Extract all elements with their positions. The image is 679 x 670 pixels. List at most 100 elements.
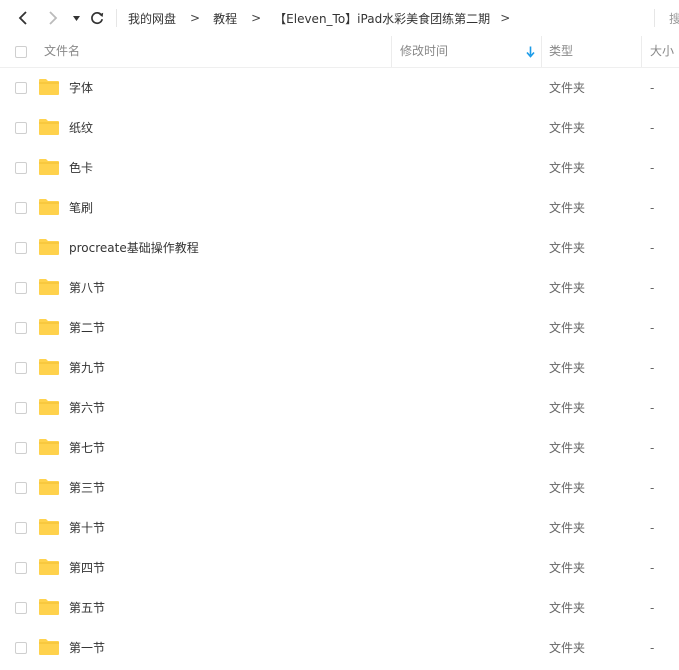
file-size: - bbox=[650, 481, 655, 495]
file-row[interactable]: 第六节 文件夹 - bbox=[0, 388, 679, 428]
row-checkbox[interactable] bbox=[15, 202, 27, 214]
file-name[interactable]: 第十节 bbox=[69, 508, 105, 548]
file-type: 文件夹 bbox=[549, 161, 586, 175]
file-type: 文件夹 bbox=[549, 401, 586, 415]
column-resize-handle[interactable] bbox=[391, 36, 392, 67]
file-name[interactable]: procreate基础操作教程 bbox=[69, 228, 199, 268]
row-checkbox[interactable] bbox=[15, 642, 27, 654]
row-checkbox[interactable] bbox=[15, 522, 27, 534]
file-name[interactable]: 第一节 bbox=[69, 628, 105, 668]
back-button[interactable] bbox=[14, 8, 32, 28]
row-checkbox[interactable] bbox=[15, 122, 27, 134]
file-row[interactable]: 第二节 文件夹 - bbox=[0, 308, 679, 348]
file-name[interactable]: 第四节 bbox=[69, 548, 105, 588]
folder-icon bbox=[39, 359, 59, 375]
breadcrumb-separator: > bbox=[251, 11, 262, 25]
file-name[interactable]: 笔刷 bbox=[69, 188, 93, 228]
file-row[interactable]: 第十节 文件夹 - bbox=[0, 508, 679, 548]
row-checkbox[interactable] bbox=[15, 242, 27, 254]
folder-icon bbox=[39, 199, 59, 215]
row-checkbox[interactable] bbox=[15, 82, 27, 94]
file-size: - bbox=[650, 161, 655, 175]
file-row[interactable]: 第三节 文件夹 - bbox=[0, 468, 679, 508]
file-row[interactable]: 纸纹 文件夹 - bbox=[0, 108, 679, 148]
file-row[interactable]: 笔刷 文件夹 - bbox=[0, 188, 679, 228]
folder-icon bbox=[39, 639, 59, 655]
history-dropdown-button[interactable] bbox=[70, 8, 82, 28]
column-header-type[interactable]: 类型 bbox=[549, 36, 573, 67]
file-size: - bbox=[650, 641, 655, 655]
caret-down-icon bbox=[72, 15, 80, 21]
file-name[interactable]: 第六节 bbox=[69, 388, 105, 428]
file-name[interactable]: 第五节 bbox=[69, 588, 105, 628]
column-header-name[interactable]: 文件名 bbox=[44, 36, 80, 67]
sort-descending-icon[interactable] bbox=[526, 46, 535, 58]
breadcrumb-item-tutorials[interactable]: 教程 bbox=[213, 10, 237, 27]
file-row[interactable]: 第四节 文件夹 - bbox=[0, 548, 679, 588]
folder-icon bbox=[39, 519, 59, 535]
folder-icon bbox=[39, 439, 59, 455]
file-type: 文件夹 bbox=[549, 441, 586, 455]
file-name[interactable]: 第二节 bbox=[69, 308, 105, 348]
file-row[interactable]: 字体 文件夹 - bbox=[0, 68, 679, 108]
folder-icon bbox=[39, 119, 59, 135]
file-row[interactable]: 第七节 文件夹 - bbox=[0, 428, 679, 468]
refresh-button[interactable] bbox=[88, 8, 106, 28]
file-type: 文件夹 bbox=[549, 201, 586, 215]
file-name[interactable]: 字体 bbox=[69, 68, 93, 108]
row-checkbox[interactable] bbox=[15, 602, 27, 614]
file-size: - bbox=[650, 241, 655, 255]
folder-icon bbox=[39, 559, 59, 575]
row-checkbox[interactable] bbox=[15, 322, 27, 334]
file-name[interactable]: 纸纹 bbox=[69, 108, 93, 148]
file-name[interactable]: 第三节 bbox=[69, 468, 105, 508]
row-checkbox[interactable] bbox=[15, 162, 27, 174]
folder-icon bbox=[39, 599, 59, 615]
row-checkbox[interactable] bbox=[15, 282, 27, 294]
column-header-size[interactable]: 大小 bbox=[650, 36, 674, 67]
file-size: - bbox=[650, 281, 655, 295]
breadcrumb-item-current-folder[interactable]: 【Eleven_To】iPad水彩美食团练第二期 bbox=[274, 10, 490, 27]
forward-button[interactable] bbox=[44, 8, 62, 28]
file-row[interactable]: procreate基础操作教程 文件夹 - bbox=[0, 228, 679, 268]
row-checkbox[interactable] bbox=[15, 442, 27, 454]
file-type: 文件夹 bbox=[549, 521, 586, 535]
row-checkbox[interactable] bbox=[15, 562, 27, 574]
file-size: - bbox=[650, 601, 655, 615]
row-checkbox[interactable] bbox=[15, 362, 27, 374]
file-name[interactable]: 色卡 bbox=[69, 148, 93, 188]
file-size: - bbox=[650, 201, 655, 215]
file-list-header: 文件名 修改时间 类型 大小 bbox=[0, 36, 679, 68]
folder-icon bbox=[39, 79, 59, 95]
select-all-checkbox[interactable] bbox=[15, 46, 27, 58]
file-row[interactable]: 第八节 文件夹 - bbox=[0, 268, 679, 308]
file-type: 文件夹 bbox=[549, 561, 586, 575]
breadcrumb-separator: > bbox=[190, 11, 201, 25]
row-checkbox[interactable] bbox=[15, 402, 27, 414]
folder-icon bbox=[39, 159, 59, 175]
row-checkbox[interactable] bbox=[15, 482, 27, 494]
file-size: - bbox=[650, 401, 655, 415]
file-name[interactable]: 第七节 bbox=[69, 428, 105, 468]
file-size: - bbox=[650, 521, 655, 535]
column-resize-handle[interactable] bbox=[541, 36, 542, 67]
file-row[interactable]: 第五节 文件夹 - bbox=[0, 588, 679, 628]
file-row[interactable]: 色卡 文件夹 - bbox=[0, 148, 679, 188]
search-input[interactable]: 搜 bbox=[669, 10, 679, 27]
breadcrumb-expand-button[interactable]: > bbox=[500, 11, 510, 25]
breadcrumb-item-my-drive[interactable]: 我的网盘 bbox=[128, 10, 176, 27]
file-row[interactable]: 第九节 文件夹 - bbox=[0, 348, 679, 388]
file-name[interactable]: 第八节 bbox=[69, 268, 105, 308]
column-resize-handle[interactable] bbox=[641, 36, 642, 67]
file-row[interactable]: 第一节 文件夹 - bbox=[0, 628, 679, 668]
folder-icon bbox=[39, 479, 59, 495]
column-header-modified[interactable]: 修改时间 bbox=[400, 36, 448, 67]
file-type: 文件夹 bbox=[549, 281, 586, 295]
file-name[interactable]: 第九节 bbox=[69, 348, 105, 388]
file-size: - bbox=[650, 441, 655, 455]
file-size: - bbox=[650, 361, 655, 375]
file-size: - bbox=[650, 81, 655, 95]
chevron-left-icon bbox=[18, 11, 27, 25]
file-type: 文件夹 bbox=[549, 241, 586, 255]
file-size: - bbox=[650, 561, 655, 575]
